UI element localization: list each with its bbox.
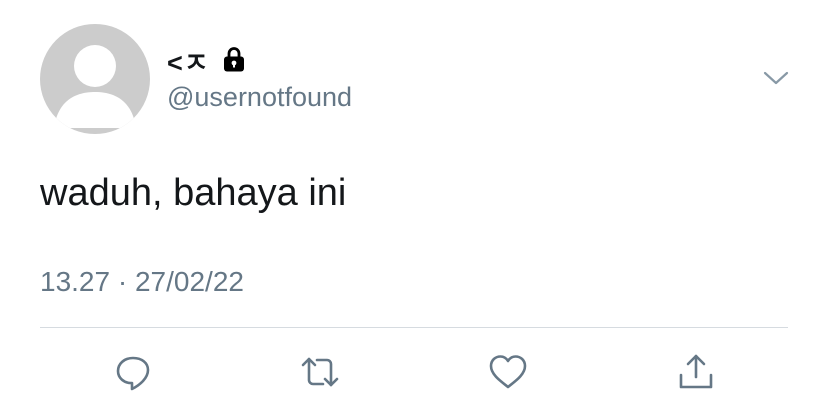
default-avatar-icon <box>54 45 136 128</box>
share-button[interactable] <box>674 350 718 394</box>
retweet-icon <box>301 357 339 387</box>
tweet-time[interactable]: 13.27 <box>40 266 110 297</box>
avatar[interactable] <box>40 24 150 134</box>
like-button[interactable] <box>486 350 530 394</box>
reply-button[interactable] <box>111 350 155 394</box>
lock-icon <box>222 46 246 74</box>
share-icon <box>679 354 713 389</box>
user-names: <ㅈ @usernotfound <box>167 42 352 113</box>
user-handle[interactable]: @usernotfound <box>167 82 352 113</box>
tweet-text: waduh, bahaya ini <box>40 172 347 214</box>
retweet-button[interactable] <box>298 350 342 394</box>
reply-icon <box>116 356 150 391</box>
meta-separator: · <box>117 266 128 297</box>
like-icon <box>489 355 527 389</box>
tweet-date[interactable]: 27/02/22 <box>135 266 244 297</box>
divider <box>40 327 788 328</box>
tweet-card: <ㅈ @usernotfound waduh, bahaya ini 13.27… <box>0 0 828 417</box>
tweet-meta: 13.27 · 27/02/22 <box>40 266 244 298</box>
display-name-row: <ㅈ <box>167 42 352 78</box>
chevron-down-icon[interactable] <box>763 68 789 88</box>
display-name[interactable]: <ㅈ <box>167 41 210 80</box>
